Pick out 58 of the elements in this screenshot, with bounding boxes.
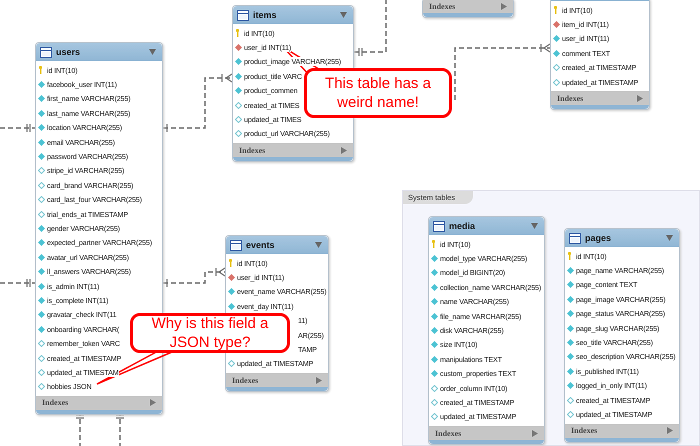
- indexes-label: Indexes: [429, 2, 456, 10]
- table-icon: [40, 46, 52, 58]
- indexes-bar[interactable]: Indexes: [226, 373, 328, 388]
- expand-icon[interactable]: [341, 146, 347, 154]
- table-card[interactable]: [428, 216, 545, 446]
- expand-icon[interactable]: [637, 94, 643, 102]
- table-header[interactable]: media: [429, 217, 544, 235]
- table-header[interactable]: items: [233, 6, 353, 24]
- relationship-line: [163, 267, 226, 288]
- collapse-icon[interactable]: [666, 235, 673, 241]
- indexes-bar[interactable]: Indexes: [551, 91, 649, 106]
- speech-bubble: Why is this field a JSON type?: [130, 313, 290, 353]
- table-name: media: [449, 221, 476, 231]
- indexes-bar[interactable]: Indexes: [233, 143, 353, 158]
- expand-icon[interactable]: [667, 427, 673, 434]
- relationship-line: [0, 278, 35, 288]
- collapse-icon[interactable]: [340, 12, 347, 18]
- key-icon: [553, 6, 560, 14]
- table-card[interactable]: [564, 228, 680, 443]
- table-name: items: [253, 10, 278, 20]
- table-name: users: [56, 47, 82, 57]
- table-icon: [237, 10, 249, 20]
- key-icon: [228, 259, 235, 268]
- indexes-label: Indexes: [239, 146, 266, 155]
- indexes-label: Indexes: [232, 376, 258, 385]
- indexes-bar[interactable]: Indexes: [36, 396, 162, 410]
- relationship-line: [354, 0, 387, 57]
- relationship-line: [0, 123, 35, 133]
- key-icon: [431, 240, 438, 248]
- diamond-icon: [228, 360, 235, 368]
- key-icon: [235, 29, 242, 38]
- collapse-icon[interactable]: [531, 223, 538, 229]
- expand-icon[interactable]: [316, 376, 322, 384]
- indexes-bar[interactable]: Indexes: [423, 0, 513, 13]
- indexes-label: Indexes: [571, 426, 598, 436]
- indexes-label: Indexes: [435, 428, 462, 438]
- collapse-icon[interactable]: [315, 242, 322, 248]
- table-name: pages: [585, 233, 612, 243]
- table-icon: [433, 220, 445, 232]
- indexes-bar[interactable]: Indexes: [565, 424, 679, 438]
- indexes-label: Indexes: [42, 398, 68, 408]
- table-header[interactable]: events: [226, 236, 328, 254]
- relationship-line: [163, 73, 233, 133]
- indexes-label: Indexes: [557, 94, 584, 103]
- expand-icon[interactable]: [150, 399, 156, 406]
- key-icon: [38, 66, 45, 74]
- expand-icon[interactable]: [532, 430, 538, 437]
- speech-bubble: This table has a weird name!: [304, 68, 452, 118]
- table-name: events: [246, 240, 276, 250]
- key-icon: [567, 252, 574, 260]
- table-header[interactable]: pages: [565, 229, 679, 247]
- indexes-bar[interactable]: Indexes: [429, 426, 544, 440]
- collapse-icon[interactable]: [149, 49, 156, 55]
- table-header[interactable]: users: [36, 43, 162, 61]
- table-icon: [569, 232, 581, 244]
- table-card[interactable]: Indexes: [422, 0, 514, 18]
- table-icon: [230, 240, 242, 250]
- expand-icon[interactable]: [501, 2, 507, 10]
